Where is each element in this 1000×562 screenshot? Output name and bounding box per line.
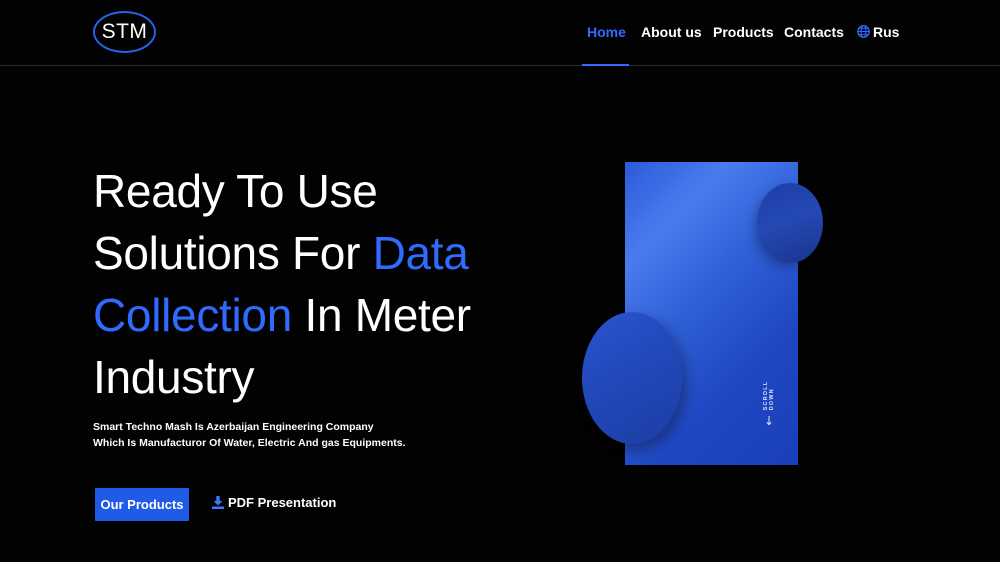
arrow-down-icon bbox=[766, 416, 772, 426]
hero-subtitle-line2: Which Is Manufacturor Of Water, Electric… bbox=[93, 437, 406, 449]
scroll-down-indicator[interactable]: SCROLL DOWN bbox=[762, 358, 776, 426]
hero-title-accent-data: Data bbox=[372, 227, 469, 279]
globe-icon bbox=[857, 25, 870, 38]
pdf-presentation-label: PDF Presentation bbox=[228, 495, 337, 510]
active-nav-indicator bbox=[582, 64, 629, 66]
our-products-button[interactable]: Our Products bbox=[95, 488, 189, 521]
scroll-down-label: SCROLL DOWN bbox=[763, 380, 775, 411]
nav-item-contacts[interactable]: Contacts bbox=[784, 24, 844, 40]
decorative-disc-top bbox=[757, 183, 823, 263]
logo-text: STM bbox=[101, 20, 148, 43]
hero-title-line4: Industry bbox=[93, 351, 255, 403]
download-icon bbox=[212, 496, 224, 509]
site-header: STM Home About us Products Contacts Rus bbox=[0, 0, 1000, 66]
decorative-disc-bottom bbox=[582, 312, 682, 444]
pdf-presentation-link[interactable]: PDF Presentation bbox=[212, 495, 336, 510]
nav-item-products[interactable]: Products bbox=[713, 24, 774, 40]
hero-title: Ready To Use Solutions For Data Collecti… bbox=[93, 160, 523, 408]
hero-title-line3: In Meter bbox=[292, 289, 471, 341]
hero-title-accent-collection: Collection bbox=[93, 289, 292, 341]
nav-item-home[interactable]: Home bbox=[587, 24, 626, 40]
hero-subtitle-line1: Smart Techno Mash Is Azerbaijan Engineer… bbox=[93, 421, 374, 433]
nav-item-about-us[interactable]: About us bbox=[641, 24, 702, 40]
language-label: Rus bbox=[873, 24, 900, 40]
hero-title-line1: Ready To Use bbox=[93, 165, 378, 217]
logo[interactable]: STM bbox=[93, 11, 156, 53]
hero-subtitle: Smart Techno Mash Is Azerbaijan Engineer… bbox=[93, 419, 413, 451]
language-switcher[interactable]: Rus bbox=[857, 24, 899, 40]
hero-title-line2: Solutions For bbox=[93, 227, 373, 279]
